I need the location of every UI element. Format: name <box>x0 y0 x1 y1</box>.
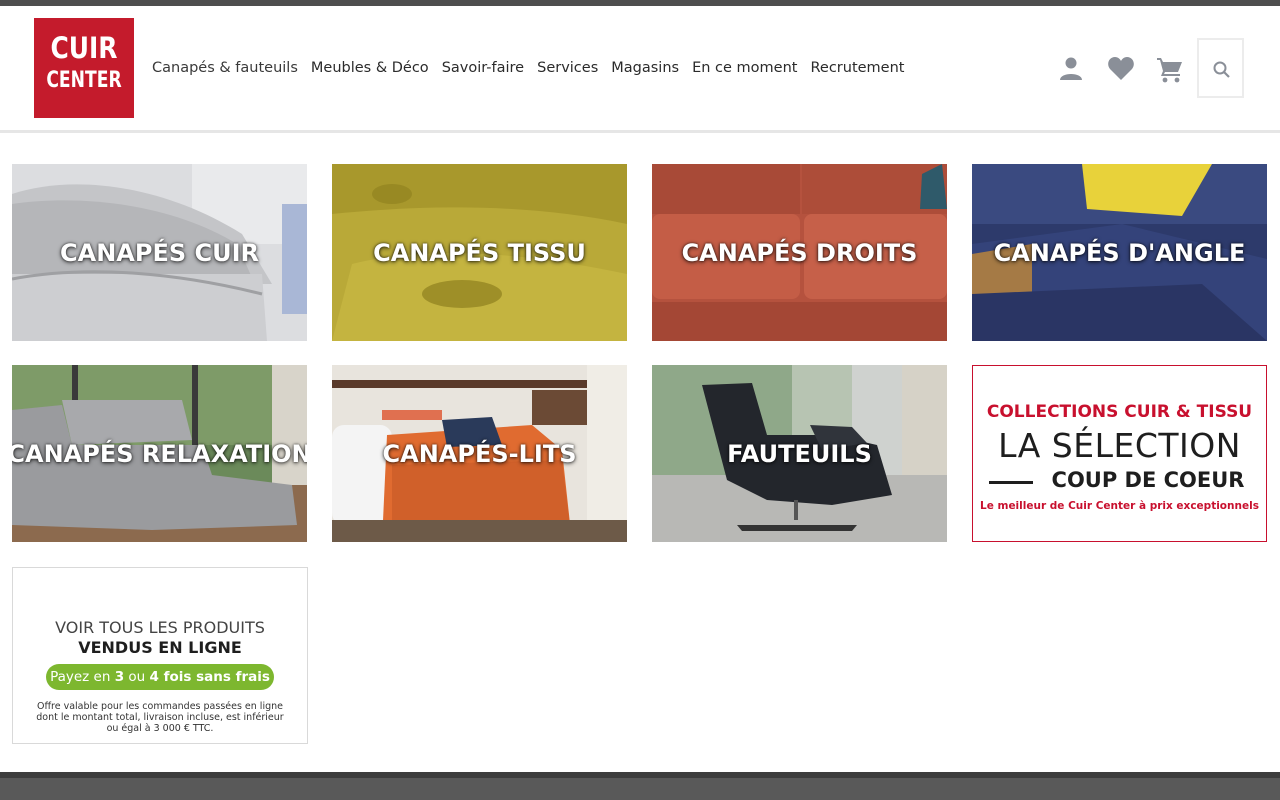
promo-coup-de-coeur: COUP DE COEUR <box>1051 468 1245 492</box>
payment-installments-badge: Payez en 3 ou 4 fois sans frais <box>46 664 274 690</box>
logo-line-2: CENTER <box>46 68 122 93</box>
category-canapes-cuir[interactable]: CANAPÉS CUIR <box>12 164 307 341</box>
online-line-2: VENDUS EN LIGNE <box>78 638 242 657</box>
category-canapes-relaxation[interactable]: CANAPÉS RELAXATION <box>12 365 307 542</box>
promo-collections-heading: COLLECTIONS CUIR & TISSU <box>986 402 1253 422</box>
nav-item-meubles-deco[interactable]: Meubles & Déco <box>311 56 429 80</box>
pill-mid: ou <box>124 669 150 685</box>
category-canapes-lits[interactable]: CANAPÉS-LITS <box>332 365 627 542</box>
category-fauteuils[interactable]: FAUTEUILS <box>652 365 947 542</box>
online-line-1: VOIR TOUS LES PRODUITS <box>55 618 265 637</box>
promo-dash <box>989 481 1033 484</box>
wishlist-button[interactable] <box>1107 56 1137 90</box>
nav-item-services[interactable]: Services <box>537 56 598 80</box>
user-icon <box>1060 57 1082 80</box>
category-canapes-angle[interactable]: CANAPÉS D'ANGLE <box>972 164 1267 341</box>
pill-prefix: Payez en <box>50 669 115 685</box>
nav-item-en-ce-moment[interactable]: En ce moment <box>692 56 797 80</box>
logo-line-1: CUIR <box>50 31 118 65</box>
promo-la-selection: LA SÉLECTION <box>998 426 1241 465</box>
cart-button[interactable] <box>1156 56 1186 90</box>
nav-item-magasins[interactable]: Magasins <box>611 56 679 80</box>
online-products-banner[interactable]: VOIR TOUS LES PRODUITS VENDUS EN LIGNE P… <box>12 567 308 744</box>
category-label: CANAPÉS CUIR <box>60 238 259 267</box>
category-canapes-droits[interactable]: CANAPÉS DROITS <box>652 164 947 341</box>
header-divider <box>0 130 1280 133</box>
category-label: CANAPÉS DROITS <box>681 238 918 267</box>
site-header: CUIR CENTER Canapés & fauteuils Meubles … <box>0 6 1280 130</box>
selection-coup-de-coeur-banner[interactable]: COLLECTIONS CUIR & TISSU LA SÉLECTION CO… <box>972 365 1267 542</box>
heart-icon <box>1108 57 1134 80</box>
category-label: CANAPÉS TISSU <box>373 238 586 267</box>
category-label: CANAPÉS RELAXATION <box>12 439 307 468</box>
cuir-center-logo[interactable]: CUIR CENTER <box>34 18 134 118</box>
online-offer-note: Offre valable pour les commandes passées… <box>36 701 284 734</box>
category-label: FAUTEUILS <box>727 439 872 468</box>
search-button[interactable] <box>1197 38 1244 98</box>
nav-item-canapes-fauteuils[interactable]: Canapés & fauteuils <box>152 56 298 80</box>
category-label: CANAPÉS-LITS <box>382 439 577 468</box>
main-nav: Canapés & fauteuils Meubles & Déco Savoi… <box>152 56 917 80</box>
nav-item-savoir-faire[interactable]: Savoir-faire <box>442 56 524 80</box>
pill-n1: 3 <box>114 669 125 685</box>
category-canapes-tissu[interactable]: CANAPÉS TISSU <box>332 164 627 341</box>
nav-item-recrutement[interactable]: Recrutement <box>810 56 904 80</box>
footer-pattern <box>0 772 1280 778</box>
search-icon <box>1213 61 1230 78</box>
account-button[interactable] <box>1058 56 1088 90</box>
cart-icon <box>1157 58 1182 83</box>
pill-n2: 4 fois sans frais <box>149 669 270 685</box>
promo-tagline: Le meilleur de Cuir Center à prix except… <box>980 500 1259 512</box>
footer-strip <box>0 772 1280 800</box>
category-label: CANAPÉS D'ANGLE <box>993 238 1246 267</box>
